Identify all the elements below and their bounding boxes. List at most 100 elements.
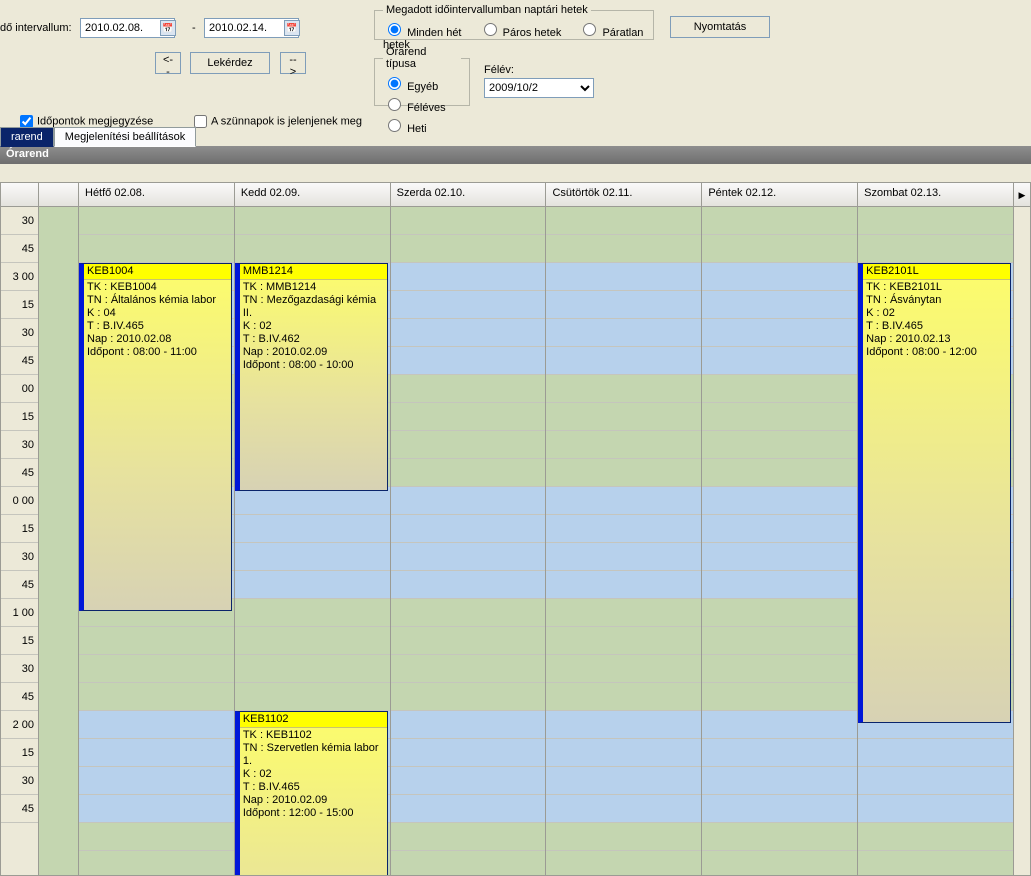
- time-slot[interactable]: [546, 263, 701, 291]
- time-slot[interactable]: [858, 795, 1013, 823]
- time-slot[interactable]: [546, 599, 701, 627]
- time-slot[interactable]: [391, 207, 546, 235]
- day-col-mon[interactable]: KEB1004TK : KEB1004TN : Általános kémia …: [79, 207, 235, 875]
- show-holidays-checkbox[interactable]: A szünnapok is jelenjenek meg: [190, 112, 362, 131]
- time-slot[interactable]: [391, 823, 546, 851]
- tab-schedule[interactable]: rarend: [0, 127, 54, 147]
- time-slot[interactable]: [391, 543, 546, 571]
- time-slot[interactable]: [702, 767, 857, 795]
- time-slot[interactable]: [546, 739, 701, 767]
- time-slot[interactable]: [546, 375, 701, 403]
- time-slot[interactable]: [702, 851, 857, 876]
- day-col-fri[interactable]: [702, 207, 858, 875]
- time-slot[interactable]: [546, 711, 701, 739]
- time-slot[interactable]: [702, 347, 857, 375]
- time-slot[interactable]: [79, 683, 234, 711]
- time-slot[interactable]: [391, 739, 546, 767]
- time-slot[interactable]: [79, 235, 234, 263]
- time-slot[interactable]: [235, 487, 390, 515]
- time-slot[interactable]: [235, 207, 390, 235]
- type-weekly-radio[interactable]: Heti: [383, 116, 447, 137]
- weeks-all-radio[interactable]: Minden hét: [383, 27, 462, 39]
- day-header-sat[interactable]: Szombat 02.13.: [858, 183, 1014, 206]
- time-slot[interactable]: [79, 767, 234, 795]
- time-slot[interactable]: [546, 515, 701, 543]
- time-slot[interactable]: [391, 319, 546, 347]
- time-slot[interactable]: [79, 739, 234, 767]
- date-from-picker-icon[interactable]: 📅: [160, 20, 176, 36]
- time-slot[interactable]: [391, 655, 546, 683]
- time-slot[interactable]: [79, 627, 234, 655]
- day-header-wed[interactable]: Szerda 02.10.: [391, 183, 547, 206]
- time-slot[interactable]: [235, 515, 390, 543]
- time-slot[interactable]: [391, 487, 546, 515]
- time-slot[interactable]: [235, 543, 390, 571]
- day-header-tue[interactable]: Kedd 02.09.: [235, 183, 391, 206]
- time-slot[interactable]: [546, 487, 701, 515]
- time-slot[interactable]: [79, 851, 234, 876]
- time-slot[interactable]: [79, 711, 234, 739]
- day-col-tue[interactable]: MMB1214TK : MMB1214TN : Mezőgazdasági ké…: [235, 207, 391, 875]
- time-slot[interactable]: [391, 795, 546, 823]
- time-slot[interactable]: [235, 235, 390, 263]
- time-slot[interactable]: [702, 515, 857, 543]
- time-slot[interactable]: [702, 263, 857, 291]
- time-slot[interactable]: [858, 823, 1013, 851]
- time-slot[interactable]: [391, 851, 546, 876]
- day-col-wed[interactable]: [391, 207, 547, 875]
- time-slot[interactable]: [79, 795, 234, 823]
- time-slot[interactable]: [546, 851, 701, 876]
- time-slot[interactable]: [391, 767, 546, 795]
- event-block[interactable]: MMB1214TK : MMB1214TN : Mezőgazdasági ké…: [235, 263, 388, 491]
- date-to-picker-icon[interactable]: 📅: [284, 20, 300, 36]
- day-col-sat[interactable]: KEB2101LTK : KEB2101LTN : ÁsványtanK : 0…: [858, 207, 1014, 875]
- time-slot[interactable]: [391, 711, 546, 739]
- weeks-even-radio[interactable]: Páros hetek: [479, 27, 562, 39]
- time-slot[interactable]: [702, 599, 857, 627]
- time-slot[interactable]: [546, 207, 701, 235]
- time-slot[interactable]: [546, 683, 701, 711]
- next-week-button[interactable]: -->: [280, 52, 306, 74]
- time-slot[interactable]: [702, 235, 857, 263]
- time-slot[interactable]: [391, 627, 546, 655]
- time-slot[interactable]: [702, 207, 857, 235]
- time-slot[interactable]: [702, 627, 857, 655]
- scroll-column[interactable]: [1014, 207, 1030, 875]
- time-slot[interactable]: [546, 291, 701, 319]
- time-slot[interactable]: [702, 655, 857, 683]
- event-block[interactable]: KEB2101LTK : KEB2101LTN : ÁsványtanK : 0…: [858, 263, 1011, 723]
- day-header-mon[interactable]: Hétfő 02.08.: [79, 183, 235, 206]
- time-slot[interactable]: [235, 655, 390, 683]
- time-slot[interactable]: [235, 683, 390, 711]
- time-slot[interactable]: [546, 403, 701, 431]
- time-slot[interactable]: [391, 515, 546, 543]
- time-slot[interactable]: [546, 571, 701, 599]
- time-slot[interactable]: [858, 739, 1013, 767]
- semester-select[interactable]: 2009/10/2: [484, 78, 594, 98]
- time-slot[interactable]: [391, 291, 546, 319]
- prev-week-button[interactable]: <--: [155, 52, 181, 74]
- time-slot[interactable]: [79, 207, 234, 235]
- time-slot[interactable]: [79, 823, 234, 851]
- type-other-radio[interactable]: Egyéb: [383, 74, 447, 95]
- time-slot[interactable]: [235, 599, 390, 627]
- time-slot[interactable]: [546, 823, 701, 851]
- time-slot[interactable]: [79, 655, 234, 683]
- time-slot[interactable]: [702, 571, 857, 599]
- time-slot[interactable]: [546, 347, 701, 375]
- time-slot[interactable]: [391, 459, 546, 487]
- time-slot[interactable]: [546, 655, 701, 683]
- time-slot[interactable]: [702, 403, 857, 431]
- time-slot[interactable]: [702, 431, 857, 459]
- time-slot[interactable]: [702, 543, 857, 571]
- day-header-fri[interactable]: Péntek 02.12.: [702, 183, 858, 206]
- time-slot[interactable]: [391, 431, 546, 459]
- time-slot[interactable]: [702, 795, 857, 823]
- time-slot[interactable]: [391, 599, 546, 627]
- time-slot[interactable]: [546, 543, 701, 571]
- time-slot[interactable]: [546, 319, 701, 347]
- time-slot[interactable]: [235, 627, 390, 655]
- event-block[interactable]: KEB1102TK : KEB1102TN : Szervetlen kémia…: [235, 711, 388, 876]
- time-slot[interactable]: [702, 319, 857, 347]
- time-slot[interactable]: [235, 571, 390, 599]
